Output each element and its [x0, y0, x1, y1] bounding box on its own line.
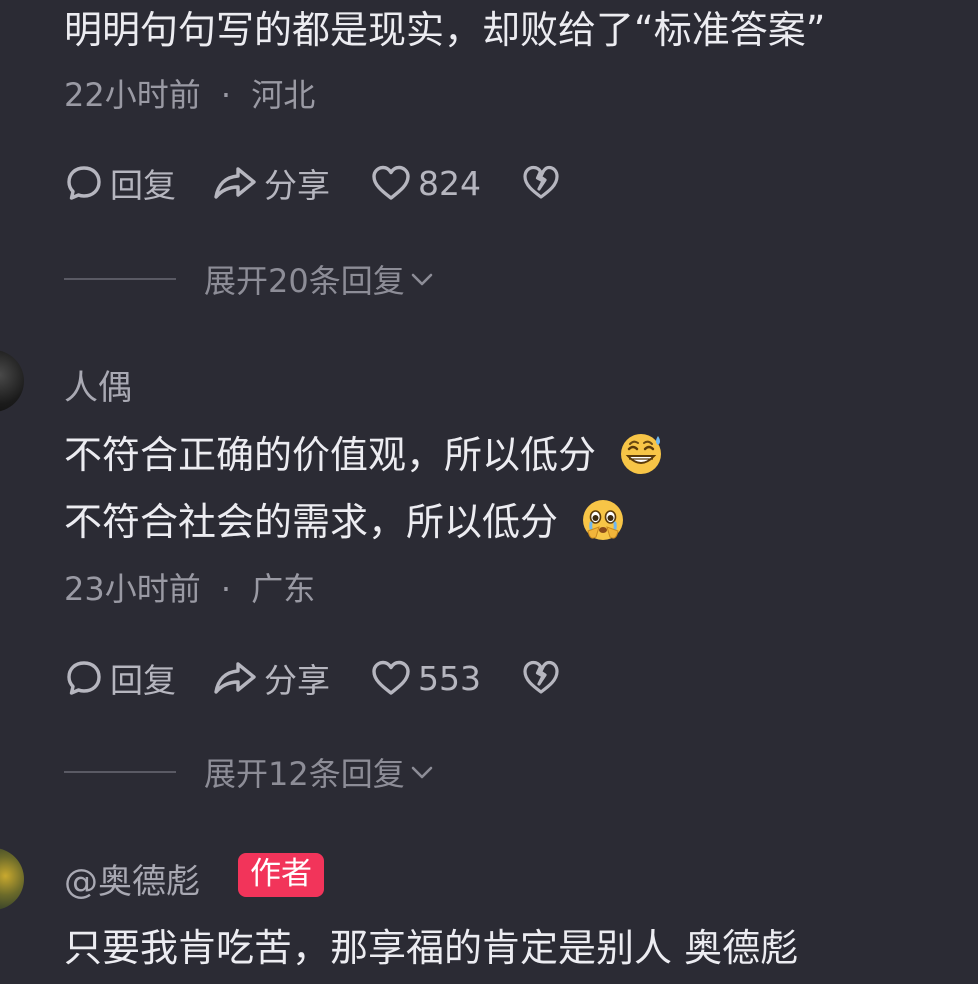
comment-text: 明明句句写的都是现实，却败给了“标准答案”: [64, 8, 826, 52]
avatar[interactable]: [0, 350, 24, 412]
comment-time: 23小时前: [64, 570, 201, 608]
reply-button[interactable]: 回复: [64, 159, 176, 207]
author-badge: 作者: [238, 853, 324, 897]
divider-line: [64, 278, 176, 280]
comment-text-line-1: 不符合正确的价值观，所以低分: [64, 430, 664, 477]
reply-label: 回复: [110, 166, 176, 205]
comment-text-line-2: 不符合社会的需求，所以低分: [64, 497, 626, 544]
comment-location: 河北: [251, 76, 316, 114]
expand-replies-label: 展开20条回复: [204, 262, 405, 300]
comment-time: 22小时前: [64, 76, 201, 114]
share-arrow-icon: [214, 167, 256, 199]
divider-line: [64, 771, 176, 773]
dislike-button[interactable]: [521, 163, 561, 203]
expand-replies-label: 展开12条回复: [204, 755, 405, 793]
comment-username[interactable]: 人偶: [64, 360, 132, 409]
like-count: 824: [418, 163, 481, 203]
like-button[interactable]: 553: [370, 658, 481, 698]
share-button[interactable]: 分享: [212, 654, 330, 702]
like-button[interactable]: 824: [370, 163, 481, 203]
comment-bubble-icon: [67, 166, 101, 200]
heart-icon: [372, 660, 410, 695]
expand-replies[interactable]: 展开20条回复: [64, 259, 435, 300]
broken-heart-icon: [523, 660, 559, 694]
comment-username[interactable]: @奥德彪: [64, 854, 200, 903]
comment-text: 只要我肯吃苦，那享福的肯定是别人 奥德彪: [64, 926, 799, 970]
reply-button[interactable]: 回复: [64, 654, 176, 702]
heart-icon: [372, 165, 410, 200]
grinning-sweat-emoji: [621, 434, 662, 474]
expand-replies[interactable]: 展开12条回复: [64, 752, 435, 793]
meta-separator: ·: [220, 570, 232, 608]
pleading-tears-emoji: [583, 500, 624, 540]
comment-bubble-icon: [67, 661, 101, 695]
chevron-down-icon: [411, 273, 433, 286]
avatar[interactable]: [0, 848, 24, 910]
chevron-down-icon: [411, 766, 433, 779]
share-button[interactable]: 分享: [212, 159, 330, 207]
reply-label: 回复: [110, 661, 176, 700]
like-count: 553: [418, 658, 481, 698]
meta-separator: ·: [220, 76, 232, 114]
comment-meta: 23小时前 · 广东: [64, 564, 315, 610]
dislike-button[interactable]: [521, 658, 561, 698]
comment-meta: 22小时前 · 河北: [64, 70, 315, 116]
share-label: 分享: [264, 661, 330, 700]
broken-heart-icon: [523, 165, 559, 199]
share-arrow-icon: [214, 662, 256, 694]
share-label: 分享: [264, 166, 330, 205]
comment-actions: 回复 分享 553: [64, 656, 561, 700]
comment-actions: 回复 分享 824: [64, 161, 561, 205]
comment-location: 广东: [251, 570, 316, 608]
